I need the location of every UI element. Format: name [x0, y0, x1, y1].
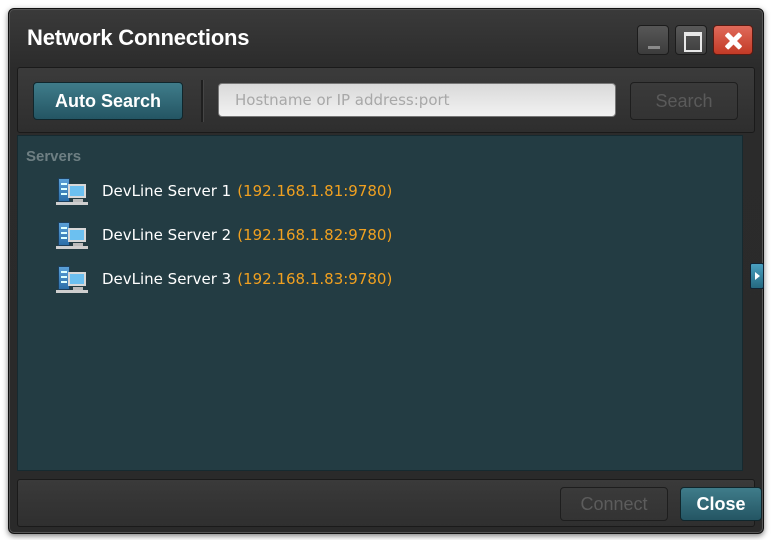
server-address: (192.168.1.81:9780) — [237, 182, 393, 200]
maximize-icon[interactable] — [675, 25, 707, 55]
connect-button[interactable]: Connect — [560, 487, 668, 521]
server-name: DevLine Server 2 — [102, 226, 232, 244]
server-icon — [56, 176, 90, 206]
server-address: (192.168.1.82:9780) — [237, 226, 393, 244]
minimize-icon[interactable] — [637, 25, 669, 55]
search-button[interactable]: Search — [630, 82, 738, 120]
server-address: (192.168.1.83:9780) — [237, 270, 393, 288]
auto-search-button[interactable]: Auto Search — [33, 82, 183, 120]
expand-arrow-icon[interactable] — [750, 263, 764, 289]
server-icon — [56, 220, 90, 250]
toolbar-separator — [201, 80, 204, 122]
toolbar: Auto Search Search — [17, 67, 755, 133]
dialog-footer: Connect Close — [17, 479, 762, 527]
server-name: DevLine Server 3 — [102, 270, 232, 288]
list-item[interactable]: DevLine Server 3 (192.168.1.83:9780) — [56, 264, 392, 294]
close-icon[interactable] — [713, 25, 753, 55]
list-item[interactable]: DevLine Server 2 (192.168.1.82:9780) — [56, 220, 392, 250]
network-connections-window: Network Connections Auto Search Search S… — [8, 8, 764, 534]
server-icon — [56, 264, 90, 294]
server-name: DevLine Server 1 — [102, 182, 232, 200]
hostname-input[interactable] — [218, 83, 616, 117]
server-list: Servers DevLine Server 1 (192.168.1.81:9… — [17, 135, 743, 471]
list-item[interactable]: DevLine Server 1 (192.168.1.81:9780) — [56, 176, 392, 206]
servers-group-header: Servers — [26, 148, 82, 165]
close-button[interactable]: Close — [680, 487, 762, 521]
window-title: Network Connections — [27, 25, 250, 50]
